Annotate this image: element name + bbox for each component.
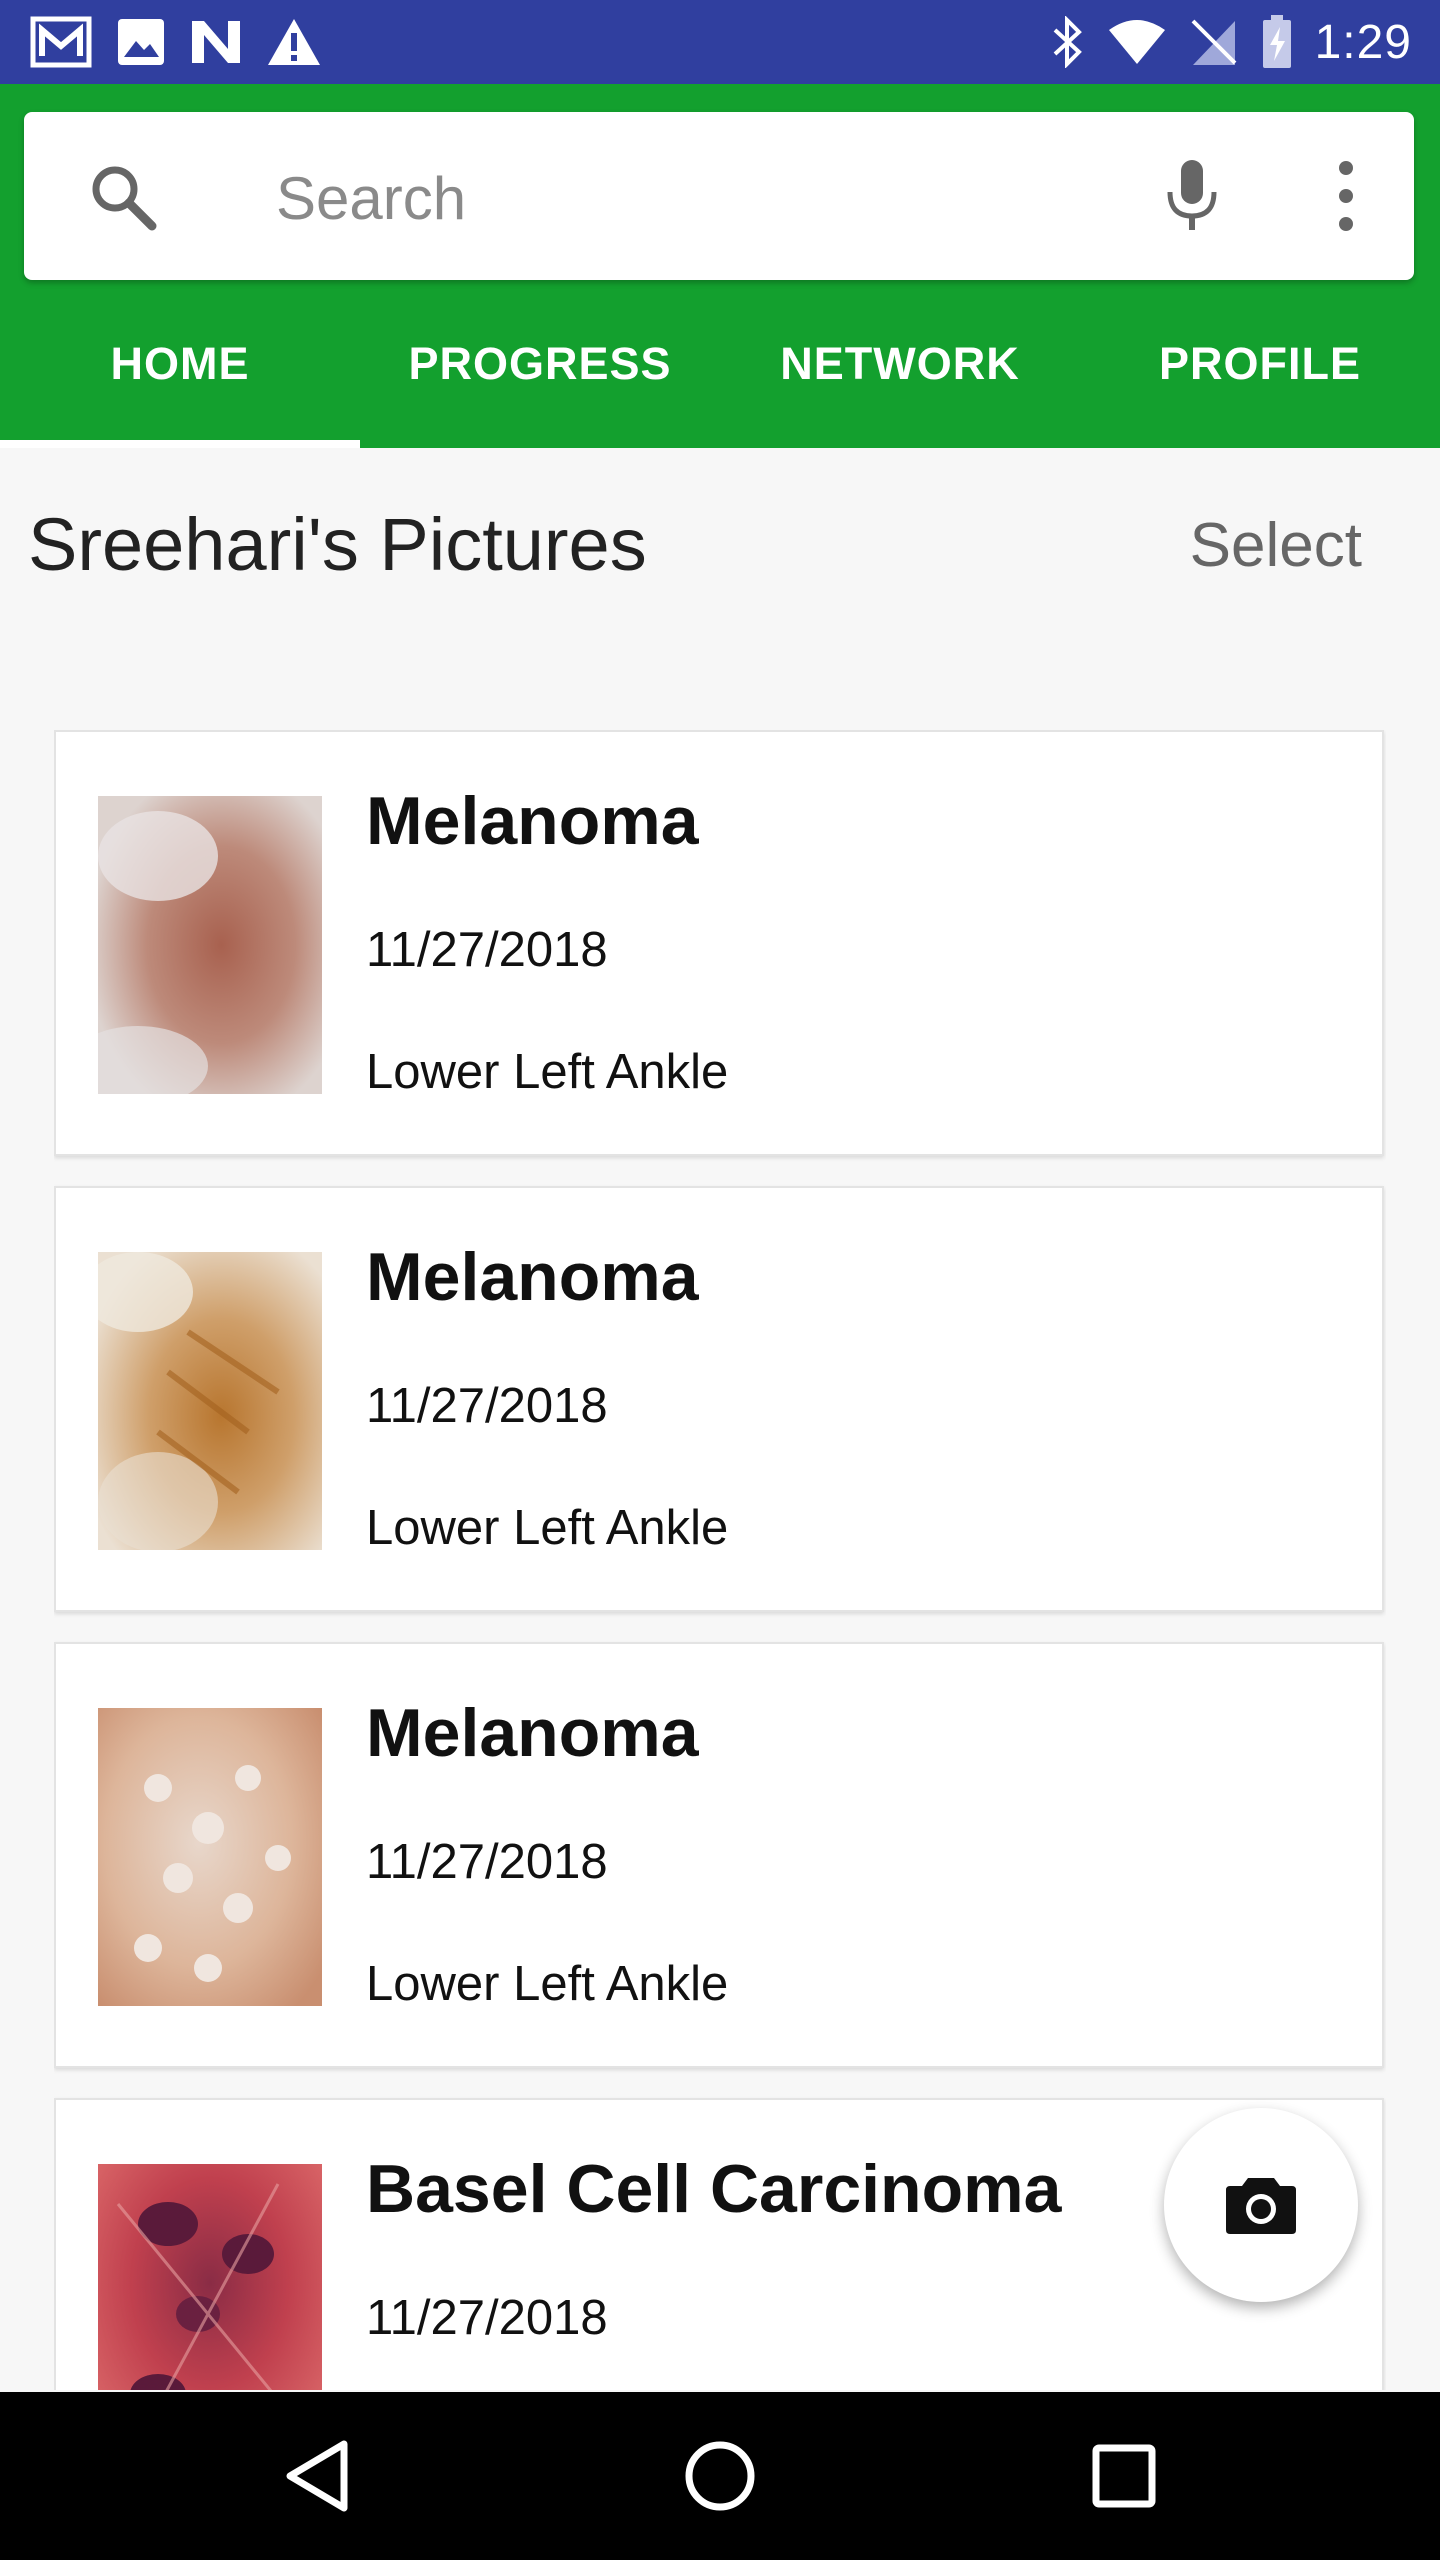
card-date: 11/27/2018 [366,2291,608,2345]
picture-list: Melanoma 11/27/2018 Lower Left Ankle Mel… [54,730,1386,2390]
camera-button[interactable] [1164,2108,1358,2302]
warning-icon [268,19,320,65]
lesion-thumbnail [98,796,322,1094]
search-bar[interactable] [24,112,1414,280]
tab-bar: HOME PROGRESS NETWORK PROFILE [0,280,1440,448]
card-title: Basel Cell Carcinoma [366,2151,1062,2227]
gallery-icon [118,19,164,65]
card-location: Lower Left Ankle [366,1501,729,1555]
tab-label: HOME [110,338,250,389]
recents-icon[interactable] [1074,2426,1174,2526]
list-item[interactable]: Melanoma 11/27/2018 Lower Left Ankle [54,1642,1384,2068]
card-location: Lower Left Ankle [366,1957,729,2011]
tab-profile[interactable]: PROFILE [1080,280,1440,448]
lesion-thumbnail [98,1708,322,2006]
camera-icon [1226,2178,1296,2234]
card-location: Lower Left Ankle [366,1045,729,1099]
card-title: Melanoma [366,783,699,859]
list-item[interactable]: Melanoma 11/27/2018 Lower Left Ankle [54,1186,1384,1612]
search-icon[interactable] [88,162,158,232]
gmail-icon [30,16,92,68]
navigation-bar [0,2392,1440,2560]
tab-progress[interactable]: PROGRESS [360,280,720,448]
bluetooth-icon [1053,16,1082,68]
app-bar: HOME PROGRESS NETWORK PROFILE [0,84,1440,448]
more-options-icon[interactable] [1316,148,1376,244]
card-title: Melanoma [366,1239,699,1315]
tab-label: PROFILE [1158,338,1361,389]
lesion-thumbnail [98,1252,322,1550]
card-date: 11/27/2018 [366,1379,608,1433]
card-date: 11/27/2018 [366,923,608,977]
search-input[interactable] [274,142,1078,254]
n-app-icon [192,21,240,63]
no-sim-icon [1191,19,1236,65]
list-item[interactable]: Melanoma 11/27/2018 Lower Left Ankle [54,730,1384,1156]
page-title: Sreehari's Pictures [28,503,647,586]
tab-label: NETWORK [780,338,1020,389]
back-icon[interactable] [266,2426,366,2526]
lesion-thumbnail [98,2164,322,2390]
section-header: Sreehari's Pictures Select [28,490,1408,600]
mic-icon[interactable] [1144,148,1240,244]
status-time: 1:29 [1314,15,1412,69]
home-icon[interactable] [670,2426,770,2526]
tab-network[interactable]: NETWORK [720,280,1080,448]
status-bar: 1:29 [0,0,1440,84]
battery-charging-icon [1262,15,1291,68]
wifi-icon [1108,20,1165,64]
card-date: 11/27/2018 [366,1835,608,1889]
card-title: Melanoma [366,1695,699,1771]
tab-home[interactable]: HOME [0,280,360,448]
tab-label: PROGRESS [408,338,672,389]
select-button[interactable]: Select [1190,510,1362,581]
